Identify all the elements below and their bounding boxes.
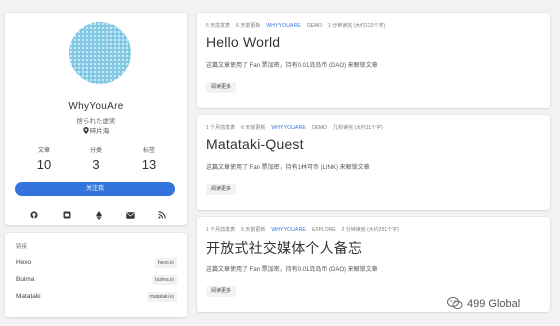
post-author-link[interactable]: WHYYOUARE <box>271 227 306 233</box>
post-excerpt: 这篇文章使用了 Fan 票加密，持有0.01岛岛币 (DAO) 来解锁文章 <box>206 267 378 273</box>
post-published: 1 个月前发表 <box>206 227 236 233</box>
watermark-text: 499 Global <box>467 297 521 310</box>
post-published: 6 天前发表 <box>206 23 231 29</box>
link-item-bulma[interactable]: Bulma bulma.io <box>16 274 177 286</box>
stat-categories[interactable]: 分类 3 <box>68 145 124 172</box>
link-item-hexo[interactable]: Hexo hexo.io <box>16 257 177 269</box>
mail-icon[interactable] <box>124 210 136 220</box>
links-card: 链接 Hexo hexo.io Bulma bulma.io Matataki … <box>5 233 187 317</box>
post-title[interactable]: Hello World <box>206 34 280 50</box>
post-meta: 1 个月前发表 6 天前更新 WHYYOUARE EXPLORE 2 分钟读完 (大约2… <box>206 226 405 233</box>
stat-label: 标签 <box>142 148 155 154</box>
follow-button[interactable]: 关注我 <box>15 182 175 196</box>
stat-label: 分类 <box>89 148 102 154</box>
profile-tagline: 捨られた虚実 <box>76 118 116 125</box>
stat-value: 10 <box>36 157 52 172</box>
github-icon[interactable] <box>28 210 40 220</box>
post-card: 1 个月前发表 6 天前更新 WHYYOUARE DEMO 几秒读完 (大约11个字) … <box>197 115 550 210</box>
read-more-button[interactable]: 阅读更多 <box>206 82 237 93</box>
avatar[interactable] <box>69 22 131 84</box>
read-more-button[interactable]: 阅读更多 <box>206 286 237 297</box>
post-author-link[interactable]: WHYYOUARE <box>271 125 306 131</box>
link-name: Bulma <box>16 276 35 283</box>
link-name: Hexo <box>16 259 32 266</box>
link-name: Matataki <box>16 293 41 300</box>
link-url-tag: hexo.io <box>154 258 177 268</box>
link-url-tag: matataki.io <box>146 292 177 302</box>
matataki-icon[interactable] <box>61 210 73 220</box>
stat-value: 3 <box>92 157 100 172</box>
location-label: 碎片海 <box>89 128 110 135</box>
profile-name: WhyYouAre <box>68 101 124 112</box>
link-item-matataki[interactable]: Matataki matataki.io <box>16 291 177 303</box>
post-category-link[interactable]: DEMO <box>307 23 322 29</box>
ethereum-icon[interactable] <box>93 210 105 220</box>
post-category-link[interactable]: EXPLORE <box>312 227 336 233</box>
read-more-button[interactable]: 阅读更多 <box>206 184 237 195</box>
post-updated: 6 天前更新 <box>241 125 266 131</box>
post-published: 1 个月前发表 <box>206 125 236 131</box>
stat-tags[interactable]: 标签 13 <box>121 145 177 172</box>
post-author-link[interactable]: WHYYOUARE <box>266 23 301 29</box>
stat-value: 13 <box>141 157 157 172</box>
post-excerpt: 这篇文章使用了 Fan 票加密，持有0.01岛岛币 (DAO) 来解锁文章 <box>206 63 378 69</box>
post-title[interactable]: Matataki-Quest <box>206 136 304 152</box>
profile-card: WhyYouAre 捨られた虚実 碎片海 文章 10 分类 3 标签 13 关注… <box>5 13 187 225</box>
post-card: 6 天前发表 6 天前更新 WHYYOUARE DEMO 1 分钟读完 (大约123个字… <box>197 13 550 108</box>
post-updated: 6 天前更新 <box>236 23 261 29</box>
stat-posts[interactable]: 文章 10 <box>16 145 72 172</box>
post-title[interactable]: 开放式社交媒体个人备忘 <box>206 238 362 258</box>
link-url-tag: bulma.io <box>152 275 177 285</box>
wechat-icon <box>447 297 463 310</box>
post-reading-time: 2 分钟读完 (大约251个字) <box>341 227 399 233</box>
post-reading-time: 几秒读完 (大约11个字) <box>332 125 383 131</box>
post-meta: 6 天前发表 6 天前更新 WHYYOUARE DEMO 1 分钟读完 (大约123个字… <box>206 22 391 29</box>
profile-location: 碎片海 <box>5 125 187 135</box>
rss-icon[interactable] <box>156 210 168 220</box>
watermark: 499 Global <box>447 297 520 310</box>
post-reading-time: 1 分钟读完 (大约123个字) <box>327 23 386 29</box>
stat-label: 文章 <box>37 148 50 154</box>
links-title: 链接 <box>16 244 28 250</box>
post-excerpt: 这篇文章使用了 Fan 票加密，持有1林可币 (LINK) 来解锁文章 <box>206 165 370 171</box>
post-meta: 1 个月前发表 6 天前更新 WHYYOUARE DEMO 几秒读完 (大约11个字) <box>206 124 389 131</box>
location-pin-icon <box>83 127 89 134</box>
post-category-link[interactable]: DEMO <box>312 125 327 131</box>
post-updated: 6 天前更新 <box>241 227 266 233</box>
